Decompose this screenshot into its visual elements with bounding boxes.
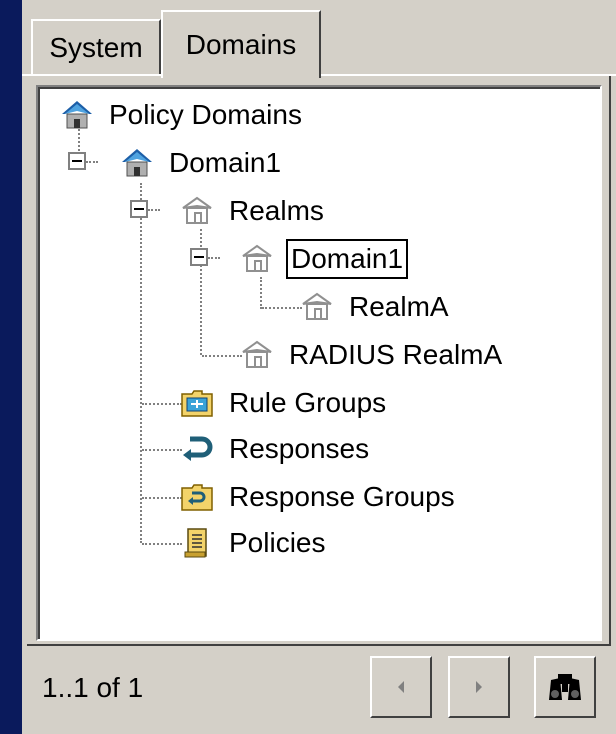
tree-line bbox=[208, 257, 220, 259]
realm-icon bbox=[242, 340, 272, 368]
find-button[interactable] bbox=[534, 656, 596, 718]
tree-node-realms[interactable]: Realms bbox=[180, 191, 327, 231]
domains-panel: System Domains Policy Domains Domain1 Re… bbox=[22, 0, 616, 734]
tree-node-responses[interactable]: Responses bbox=[180, 429, 372, 469]
tree-node-response-groups[interactable]: Response Groups bbox=[180, 477, 458, 517]
tree-node-policy-domains[interactable]: Policy Domains bbox=[60, 95, 305, 135]
tree-line bbox=[148, 209, 160, 211]
tree-line bbox=[202, 355, 242, 357]
tree-node-label: RealmA bbox=[349, 291, 449, 322]
tree-node-label: Policies bbox=[229, 527, 326, 558]
collapse-domain1-toggle[interactable] bbox=[68, 152, 86, 170]
binoculars-icon bbox=[549, 674, 581, 700]
tree-node-realma[interactable]: RealmA bbox=[300, 287, 452, 327]
realm-icon bbox=[182, 196, 212, 224]
tree-line bbox=[142, 449, 182, 451]
arrow-right-icon bbox=[476, 681, 482, 693]
tree-node-label: Domain1 bbox=[169, 147, 282, 178]
tree-line bbox=[262, 307, 302, 309]
tree-line bbox=[142, 543, 182, 545]
collapse-realm-domain1-toggle[interactable] bbox=[190, 248, 208, 266]
tree-node-policies[interactable]: Policies bbox=[180, 523, 328, 563]
tree-node-label: Policy Domains bbox=[109, 99, 302, 130]
tree-line bbox=[142, 497, 182, 499]
tab-system[interactable]: System bbox=[31, 19, 161, 75]
tree-node-label: Domain1 bbox=[286, 239, 409, 279]
response-group-folder-icon bbox=[181, 484, 213, 511]
realm-icon bbox=[302, 292, 332, 320]
tree-node-rule-groups[interactable]: Rule Groups bbox=[180, 383, 389, 423]
policy-tree[interactable]: Policy Domains Domain1 Realms Domain1 Re… bbox=[36, 85, 602, 641]
tree-line bbox=[86, 161, 98, 163]
tree-line bbox=[260, 277, 262, 309]
tree-node-label: Responses bbox=[229, 433, 370, 464]
tree-node-radius-realma[interactable]: RADIUS RealmA bbox=[240, 335, 505, 375]
tree-node-label: RADIUS RealmA bbox=[289, 339, 503, 370]
realm-icon bbox=[242, 244, 272, 272]
rule-group-folder-icon bbox=[181, 390, 213, 417]
tree-line bbox=[142, 403, 182, 405]
arrow-left-icon bbox=[398, 681, 404, 693]
minus-icon bbox=[194, 256, 204, 258]
house-icon bbox=[122, 149, 152, 177]
tree-node-label: Response Groups bbox=[229, 481, 455, 512]
minus-icon bbox=[72, 160, 82, 162]
tree-node-domain1[interactable]: Domain1 bbox=[120, 143, 284, 183]
minus-icon bbox=[134, 208, 144, 210]
tree-node-realm-domain1[interactable]: Domain1 bbox=[240, 239, 409, 279]
tree-node-label: Realms bbox=[229, 195, 324, 226]
tab-domains[interactable]: Domains bbox=[161, 10, 321, 78]
house-icon bbox=[62, 101, 92, 129]
tree-line bbox=[140, 183, 142, 543]
next-button[interactable] bbox=[448, 656, 510, 718]
previous-button[interactable] bbox=[370, 656, 432, 718]
record-count: 1..1 of 1 bbox=[42, 672, 144, 703]
tree-node-label: Rule Groups bbox=[229, 387, 387, 418]
collapse-realms-toggle[interactable] bbox=[130, 200, 148, 218]
response-arrow-icon bbox=[183, 436, 213, 461]
policy-scroll-icon bbox=[184, 528, 207, 558]
